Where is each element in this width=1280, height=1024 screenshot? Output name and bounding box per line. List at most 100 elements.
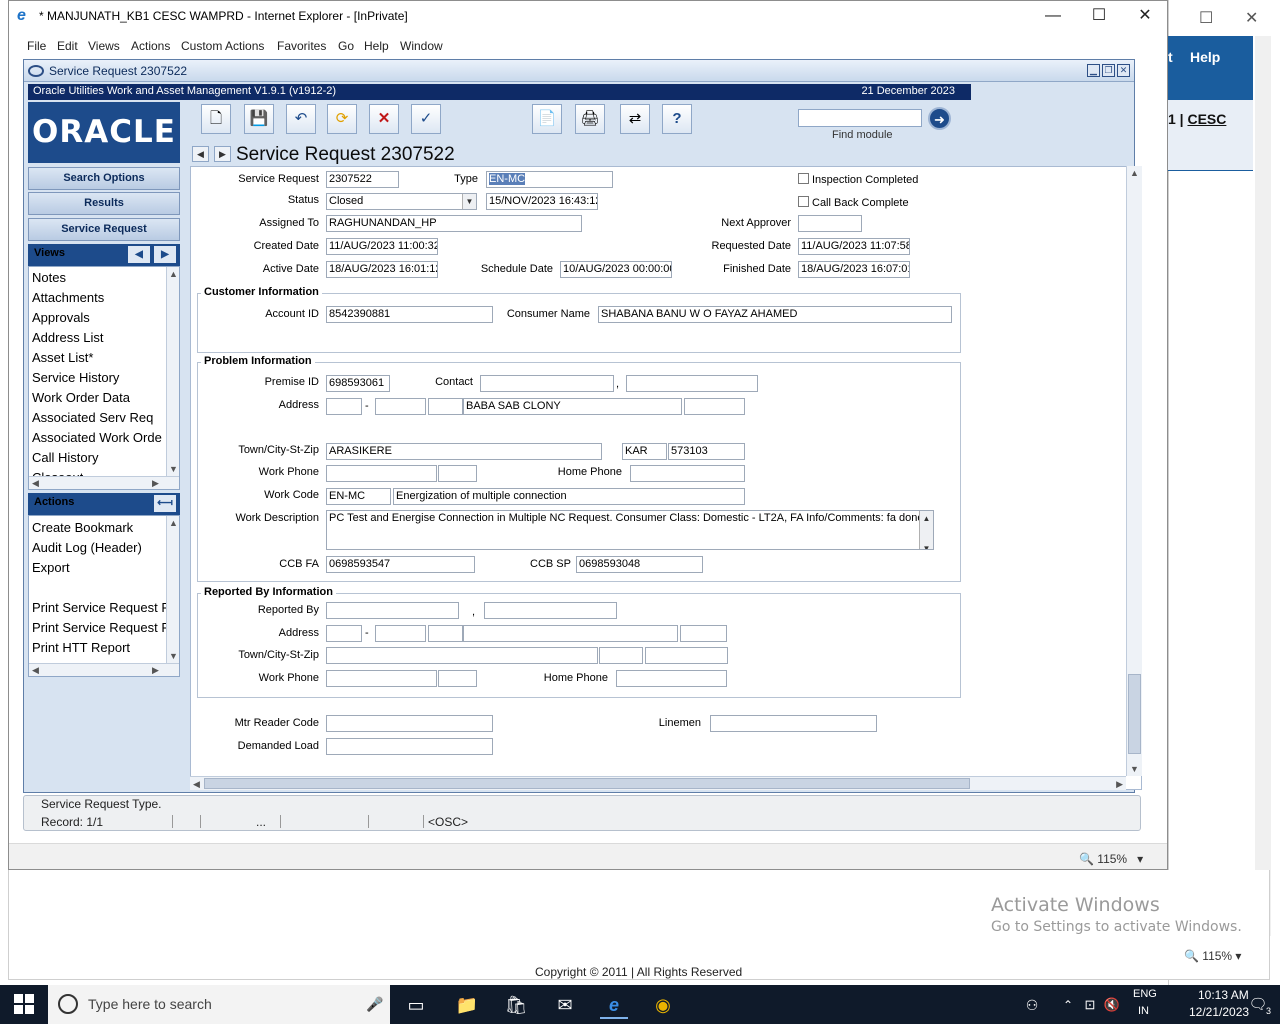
view-item-approvals[interactable]: Approvals (32, 310, 90, 325)
bg-cesc-link[interactable]: 1 | CESC (1168, 111, 1226, 127)
results-button[interactable]: Results (28, 192, 180, 215)
scroll-left-icon[interactable]: ◀ (32, 478, 39, 489)
work-description-scroll[interactable]: ▲ ▼ (919, 511, 933, 549)
view-item-call-history[interactable]: Call History (32, 450, 98, 465)
reported-zip-field[interactable] (645, 647, 728, 664)
action-print-service-request-1[interactable]: Print Service Request F (32, 600, 169, 615)
scroll-up-icon[interactable]: ▲ (1130, 168, 1139, 178)
scroll-right-icon[interactable]: ▶ (1116, 779, 1123, 790)
frame-close-icon[interactable]: ✕ (1117, 64, 1130, 77)
frame-restore-icon[interactable]: ❐ (1102, 64, 1115, 77)
bg-scrollbar[interactable] (1255, 36, 1271, 936)
find-module-input[interactable] (798, 109, 922, 127)
volume-icon[interactable]: 🔇 (1098, 991, 1126, 1019)
demanded-load-field[interactable] (326, 738, 493, 755)
menu-edit[interactable]: Edit (57, 39, 78, 53)
address-dir-field[interactable] (428, 398, 463, 415)
print-icon[interactable]: 🖨 (575, 104, 605, 134)
town-field[interactable]: ARASIKERE (326, 443, 602, 460)
assigned-to-field[interactable]: RAGHUNANDAN_HP (326, 215, 582, 232)
reported-by-first-field[interactable] (484, 602, 617, 619)
scroll-left-icon[interactable]: ◀ (193, 779, 200, 790)
reported-address-dir-field[interactable] (428, 625, 463, 642)
bg-close-icon[interactable]: ✕ (1245, 8, 1258, 28)
scroll-down-icon[interactable]: ▼ (169, 464, 178, 474)
taskbar-search[interactable]: Type here to search 🎤 (48, 985, 390, 1024)
scroll-down-icon[interactable]: ▼ (169, 651, 178, 661)
service-request-field[interactable]: 2307522 (326, 171, 399, 188)
chevron-down-icon[interactable]: ▼ (462, 194, 476, 209)
work-code-field[interactable]: EN-MC (326, 488, 391, 505)
scroll-right-icon[interactable]: ▶ (152, 478, 159, 489)
mtr-reader-code-field[interactable] (326, 715, 493, 732)
scroll-right-icon[interactable]: ▶ (152, 665, 159, 676)
record-next-icon[interactable]: ▶ (214, 146, 231, 162)
people-icon[interactable]: ⚇ (1018, 991, 1046, 1019)
view-item-associated-work-orders[interactable]: Associated Work Orde (32, 430, 162, 445)
language-indicator[interactable]: ENG (1133, 988, 1157, 1000)
reported-state-field[interactable] (599, 647, 643, 664)
form-vscroll[interactable]: ▲ ▼ (1126, 166, 1142, 776)
inspection-completed-checkbox[interactable] (798, 173, 809, 184)
work-phone-ext-field[interactable] (438, 465, 477, 482)
status-select[interactable]: Closed ▼ (326, 193, 477, 210)
address-street-field[interactable]: BABA SAB CLONY (463, 398, 682, 415)
views-prev-icon[interactable]: ◀ (128, 246, 150, 263)
view-item-address-list[interactable]: Address List (32, 330, 104, 345)
work-description-field[interactable]: PC Test and Energise Connection in Multi… (326, 510, 934, 550)
approve-check-icon[interactable]: ✓ (411, 104, 441, 134)
schedule-date-field[interactable]: 10/AUG/2023 00:00:00 (560, 261, 672, 278)
menu-file[interactable]: File (27, 39, 46, 53)
address-num-field[interactable] (326, 398, 362, 415)
address-num2-field[interactable] (375, 398, 426, 415)
state-field[interactable]: KAR (622, 443, 667, 460)
zoom-control[interactable]: 🔍 115% ▾ (1079, 852, 1143, 866)
requested-date-field[interactable]: 11/AUG/2023 11:07:58 (798, 238, 910, 255)
menu-views[interactable]: Views (88, 39, 120, 53)
view-item-service-history[interactable]: Service History (32, 370, 119, 385)
action-create-bookmark[interactable]: Create Bookmark (32, 520, 133, 535)
view-item-associated-serv-req[interactable]: Associated Serv Req (32, 410, 153, 425)
menu-actions[interactable]: Actions (131, 39, 170, 53)
search-options-button[interactable]: Search Options (28, 167, 180, 190)
scroll-left-icon[interactable]: ◀ (32, 665, 39, 676)
bg-help-link[interactable]: Help (1190, 49, 1220, 65)
delete-icon[interactable]: ✕ (369, 104, 399, 134)
menu-window[interactable]: Window (400, 39, 443, 53)
menu-help[interactable]: Help (364, 39, 389, 53)
menu-go[interactable]: Go (338, 39, 354, 53)
bg-maximize-icon[interactable]: ☐ (1199, 8, 1213, 28)
reported-address-suffix-field[interactable] (680, 625, 727, 642)
chrome-icon[interactable]: ◉ (649, 991, 677, 1019)
bg-zoom-level[interactable]: 🔍 115% ▾ (1184, 949, 1241, 963)
reported-by-last-field[interactable] (326, 602, 459, 619)
account-id-field[interactable]: 8542390881 (326, 306, 493, 323)
created-date-field[interactable]: 11/AUG/2023 11:00:32 (326, 238, 438, 255)
form-vscroll-thumb[interactable] (1128, 674, 1141, 754)
actions-collapse-icon[interactable]: ⟻ (154, 495, 176, 512)
action-export[interactable]: Export (32, 560, 70, 575)
view-item-work-order-data[interactable]: Work Order Data (32, 390, 130, 405)
help-icon[interactable]: ? (662, 104, 692, 134)
record-prev-icon[interactable]: ◀ (192, 146, 209, 162)
reported-town-field[interactable] (326, 647, 598, 664)
windows-start-icon[interactable] (14, 994, 34, 1014)
address-suffix-field[interactable] (684, 398, 745, 415)
linemen-field[interactable] (710, 715, 877, 732)
form-hscroll-thumb[interactable] (204, 778, 970, 789)
actions-vscroll[interactable]: ▲ ▼ (166, 516, 179, 663)
scroll-up-icon[interactable]: ▲ (169, 269, 178, 279)
action-print-htt-report[interactable]: Print HTT Report (32, 640, 130, 655)
next-approver-field[interactable] (798, 215, 862, 232)
transfer-icon[interactable]: ⇄ (620, 104, 650, 134)
consumer-name-field[interactable]: SHABANA BANU W O FAYAZ AHAMED (598, 306, 952, 323)
form-hscroll[interactable]: ◀ ▶ (190, 776, 1126, 790)
internet-explorer-icon[interactable]: e (600, 991, 628, 1019)
file-explorer-icon[interactable]: 📁 (453, 991, 481, 1019)
view-item-asset-list[interactable]: Asset List* (32, 350, 93, 365)
menu-favorites[interactable]: Favorites (277, 39, 326, 53)
actions-hscroll[interactable]: ◀ ▶ (29, 663, 179, 676)
view-item-attachments[interactable]: Attachments (32, 290, 104, 305)
microphone-icon[interactable]: 🎤 (366, 996, 383, 1013)
reported-address-num-field[interactable] (326, 625, 362, 642)
